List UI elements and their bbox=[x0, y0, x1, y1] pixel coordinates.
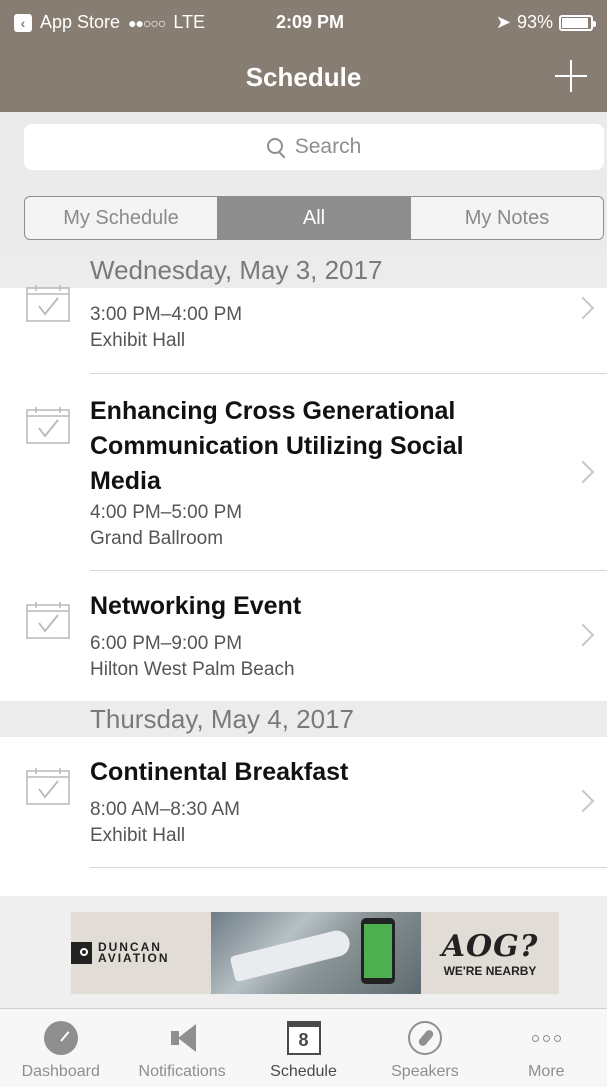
tab-schedule[interactable]: 8 Schedule bbox=[243, 1009, 364, 1087]
status-bar: ‹ App Store ●●○○○ LTE 2:09 PM ➤ 93% bbox=[0, 0, 607, 44]
tab-label: Dashboard bbox=[21, 1063, 100, 1080]
chevron-right-icon bbox=[571, 789, 595, 813]
calendar-check-icon[interactable] bbox=[26, 601, 70, 639]
status-left: ‹ App Store ●●○○○ LTE bbox=[14, 12, 205, 33]
tab-bar: Dashboard Notifications 8 Schedule Speak… bbox=[0, 1008, 607, 1087]
more-dots-icon bbox=[529, 1021, 563, 1055]
ad-banner[interactable]: DUNCAN AVIATION AOG? WE'RE NEARBY bbox=[71, 912, 559, 994]
status-right: ➤ 93% bbox=[495, 12, 596, 33]
session-location: Hilton West Palm Beach bbox=[90, 659, 295, 680]
list-item[interactable]: Enhancing Cross Generational Communicati… bbox=[0, 374, 607, 570]
row-divider bbox=[90, 867, 607, 868]
battery-percent: 93% bbox=[516, 12, 553, 32]
ad-logo: DUNCAN AVIATION bbox=[71, 912, 211, 994]
chevron-right-icon bbox=[571, 296, 595, 320]
calendar-check-icon[interactable] bbox=[26, 767, 70, 805]
tab-more[interactable]: More bbox=[486, 1009, 607, 1087]
signal-strength: ●●○○○ bbox=[128, 14, 166, 31]
list-item[interactable]: Networking Event 6:00 PM–9:00 PM Hilton … bbox=[0, 571, 607, 701]
airplane-image bbox=[229, 927, 353, 983]
phone-image bbox=[361, 918, 395, 984]
session-title: Continental Breakfast bbox=[90, 758, 349, 786]
navigation-bar: Schedule bbox=[0, 44, 607, 112]
network-type: LTE bbox=[173, 12, 206, 32]
duncan-logo-icon bbox=[71, 942, 92, 964]
session-time: 3:00 PM–4:00 PM bbox=[90, 304, 243, 325]
session-time: 6:00 PM–9:00 PM bbox=[90, 633, 243, 654]
battery-fill bbox=[562, 17, 588, 28]
schedule-list[interactable]: Wednesday, May 3, 2017 3:00 PM–4:00 PM E… bbox=[0, 252, 607, 896]
ad-subline: WE'RE NEARBY bbox=[443, 963, 537, 978]
ad-headline: AOG? bbox=[441, 928, 539, 964]
session-title: Networking Event bbox=[90, 592, 302, 620]
tab-notifications[interactable]: Notifications bbox=[121, 1009, 242, 1087]
list-item[interactable]: 3:00 PM–4:00 PM Exhibit Hall bbox=[0, 285, 607, 374]
calendar-check-icon[interactable] bbox=[26, 406, 70, 444]
session-location: Exhibit Hall bbox=[90, 330, 186, 351]
tab-speakers[interactable]: Speakers bbox=[364, 1009, 485, 1087]
tab-label: More bbox=[528, 1063, 565, 1080]
back-arrow-icon[interactable]: ‹ bbox=[14, 13, 32, 32]
session-title: Enhancing Cross Generational Communicati… bbox=[90, 397, 464, 495]
search-input[interactable]: Search bbox=[24, 124, 604, 170]
search-area: Search bbox=[0, 112, 607, 194]
ad-brand: DUNCAN AVIATION bbox=[97, 940, 170, 965]
session-time: 4:00 PM–5:00 PM bbox=[90, 502, 243, 523]
calendar-check-icon[interactable] bbox=[26, 284, 70, 322]
chevron-right-icon bbox=[571, 623, 595, 647]
dashboard-gauge-icon bbox=[43, 1021, 78, 1055]
ad-tagline: AOG? WE'RE NEARBY bbox=[421, 912, 559, 994]
microphone-icon bbox=[407, 1021, 442, 1055]
calendar-icon: 8 bbox=[286, 1021, 321, 1055]
status-time: 2:09 PM bbox=[276, 12, 345, 32]
search-icon bbox=[266, 138, 285, 156]
back-app-label[interactable]: App Store bbox=[40, 12, 120, 33]
segment-all[interactable]: All bbox=[218, 197, 411, 239]
tab-label: Schedule bbox=[270, 1063, 337, 1080]
segment-my-notes[interactable]: My Notes bbox=[411, 197, 603, 239]
session-location: Grand Ballroom bbox=[90, 528, 224, 549]
segment-my-schedule[interactable]: My Schedule bbox=[25, 197, 218, 239]
battery-icon bbox=[559, 14, 596, 31]
page-title: Schedule bbox=[245, 62, 362, 92]
segment-area: My Schedule All My Notes bbox=[0, 194, 607, 252]
tab-label: Notifications bbox=[138, 1063, 226, 1080]
session-time: 8:00 AM–8:30 AM bbox=[90, 799, 240, 820]
tab-label: Speakers bbox=[391, 1063, 459, 1080]
section-header-wednesday: Wednesday, May 3, 2017 bbox=[0, 252, 607, 288]
chevron-right-icon bbox=[571, 460, 595, 484]
tab-dashboard[interactable]: Dashboard bbox=[0, 1009, 121, 1087]
megaphone-icon bbox=[165, 1021, 199, 1055]
list-item[interactable]: Continental Breakfast 8:00 AM–8:30 AM Ex… bbox=[0, 737, 607, 867]
plus-icon[interactable] bbox=[553, 58, 589, 94]
location-arrow-icon: ➤ bbox=[495, 12, 511, 32]
ad-photo bbox=[211, 912, 421, 994]
schedule-filter-segmented-control: My Schedule All My Notes bbox=[24, 196, 604, 240]
search-placeholder: Search bbox=[294, 135, 362, 158]
session-location: Exhibit Hall bbox=[90, 825, 186, 846]
ad-area: DUNCAN AVIATION AOG? WE'RE NEARBY bbox=[0, 896, 607, 1008]
section-header-thursday: Thursday, May 4, 2017 bbox=[0, 701, 607, 737]
